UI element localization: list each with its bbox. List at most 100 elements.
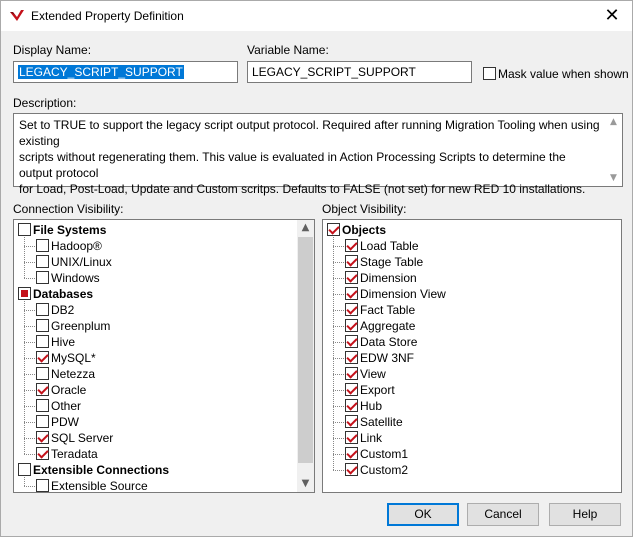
object-tree-label: Custom2 <box>360 463 409 477</box>
description-label: Description: <box>13 96 77 110</box>
tree-connector <box>333 470 344 471</box>
ok-button[interactable]: OK <box>387 503 459 526</box>
description-textarea[interactable]: Set to TRUE to support the legacy script… <box>13 113 623 196</box>
tree-connector <box>24 438 35 439</box>
app-logo-icon <box>10 10 24 21</box>
checkbox[interactable] <box>345 431 358 444</box>
object-tree-label: Dimension View <box>360 287 446 301</box>
checkbox[interactable] <box>345 255 358 268</box>
object-tree-label: View <box>360 367 386 381</box>
checkbox[interactable] <box>36 367 49 380</box>
connection-tree-label: Windows <box>51 271 100 285</box>
checkbox[interactable] <box>18 463 31 476</box>
tree-connector <box>24 406 35 407</box>
checkbox[interactable] <box>36 383 49 396</box>
checkbox[interactable] <box>36 239 49 252</box>
tree-connector <box>333 342 344 343</box>
scrollbar-thumb[interactable] <box>298 237 313 463</box>
mask-value-label: Mask value when shown <box>498 67 629 81</box>
checkbox[interactable] <box>36 447 49 460</box>
connection-tree-label: MySQL* <box>51 351 96 365</box>
checkbox[interactable] <box>345 463 358 476</box>
checkbox[interactable] <box>36 303 49 316</box>
checkbox[interactable] <box>345 271 358 284</box>
connection-tree-label: Teradata <box>51 447 98 461</box>
connection-tree-label: SQL Server <box>51 431 114 445</box>
tree-connector <box>24 390 35 391</box>
tree-connector <box>24 278 35 279</box>
checkbox[interactable] <box>345 303 358 316</box>
object-tree-label: Dimension <box>360 271 417 285</box>
tree-connector <box>24 422 35 423</box>
checkbox[interactable] <box>36 319 49 332</box>
title-bar: Extended Property Definition ✕ <box>1 1 632 31</box>
scroll-down-arrow-icon[interactable]: ▼ <box>297 476 314 492</box>
scroll-up-arrow-icon[interactable]: ▲ <box>605 115 622 129</box>
connection-tree-label: Extensible Source <box>51 479 148 493</box>
connection-tree-label: Oracle <box>51 383 87 397</box>
cancel-button[interactable]: Cancel <box>467 503 539 526</box>
description-scrollbar[interactable]: ▲ ▼ <box>605 114 622 186</box>
mask-value-checkbox[interactable] <box>483 67 496 80</box>
checkbox[interactable] <box>36 399 49 412</box>
checkbox[interactable] <box>36 351 49 364</box>
object-tree-label: Hub <box>360 399 383 413</box>
display-name-input[interactable]: LEGACY_SCRIPT_SUPPORT <box>13 61 238 83</box>
connection-tree-label: DB2 <box>51 303 75 317</box>
tree-connector <box>24 326 35 327</box>
connection-visibility-tree[interactable]: ▲ ▼ File Systems Hadoop® UNIX/Linux Windows… <box>13 219 315 493</box>
checkbox[interactable] <box>36 431 49 444</box>
variable-name-label: Variable Name: <box>247 43 329 57</box>
help-button[interactable]: Help <box>549 503 621 526</box>
variable-name-value: LEGACY_SCRIPT_SUPPORT <box>252 65 416 79</box>
tree-connector <box>24 262 35 263</box>
tree-connector <box>24 358 35 359</box>
checkbox[interactable] <box>36 271 49 284</box>
tree-connector <box>333 326 344 327</box>
checkbox[interactable] <box>345 415 358 428</box>
checkbox[interactable] <box>345 383 358 396</box>
checkbox[interactable] <box>345 239 358 252</box>
object-visibility-tree[interactable]: Objects Load Table Stage Table Dimension Dim… <box>322 219 622 493</box>
variable-name-input[interactable]: LEGACY_SCRIPT_SUPPORT <box>247 61 472 83</box>
object-tree-label: Fact Table <box>360 303 416 317</box>
connection-tree-label: Extensible Connections <box>33 463 170 477</box>
description-line: for Load, Post-Load, Update and Custom s… <box>19 182 586 196</box>
connection-tree-label: PDW <box>51 415 79 429</box>
checkbox[interactable] <box>345 319 358 332</box>
checkbox[interactable] <box>345 399 358 412</box>
connection-visibility-label: Connection Visibility: <box>13 202 124 216</box>
tree-connector <box>333 422 344 423</box>
connection-tree-label: Hive <box>51 335 76 349</box>
checkbox[interactable] <box>36 415 49 428</box>
object-tree-label: Custom1 <box>360 447 409 461</box>
checkbox[interactable] <box>345 335 358 348</box>
object-tree-label: EDW 3NF <box>360 351 414 365</box>
checkbox[interactable] <box>345 447 358 460</box>
tree-connector <box>24 237 25 278</box>
tree-connector <box>333 237 334 470</box>
checkbox[interactable] <box>36 335 49 348</box>
checkbox[interactable] <box>18 223 31 236</box>
object-tree-label: Export <box>360 383 395 397</box>
connection-tree-scrollbar[interactable]: ▲ ▼ <box>297 220 314 492</box>
tree-connector <box>24 454 35 455</box>
scroll-up-arrow-icon[interactable]: ▲ <box>297 220 314 236</box>
scroll-down-arrow-icon[interactable]: ▼ <box>605 171 622 185</box>
tree-connector <box>333 246 344 247</box>
tree-connector <box>333 390 344 391</box>
checkbox[interactable] <box>36 255 49 268</box>
checkbox[interactable] <box>345 287 358 300</box>
object-tree-label: Data Store <box>360 335 418 349</box>
connection-tree-label: Databases <box>33 287 94 301</box>
checkbox[interactable] <box>36 479 49 492</box>
checkbox[interactable] <box>345 367 358 380</box>
object-tree-label: Load Table <box>360 239 419 253</box>
checkbox[interactable] <box>345 351 358 364</box>
tree-connector <box>24 477 25 486</box>
checkbox[interactable] <box>327 223 340 236</box>
close-icon[interactable]: ✕ <box>600 4 624 28</box>
connection-tree-label: UNIX/Linux <box>51 255 112 269</box>
object-tree-label: Objects <box>342 223 387 237</box>
checkbox[interactable] <box>18 287 31 300</box>
